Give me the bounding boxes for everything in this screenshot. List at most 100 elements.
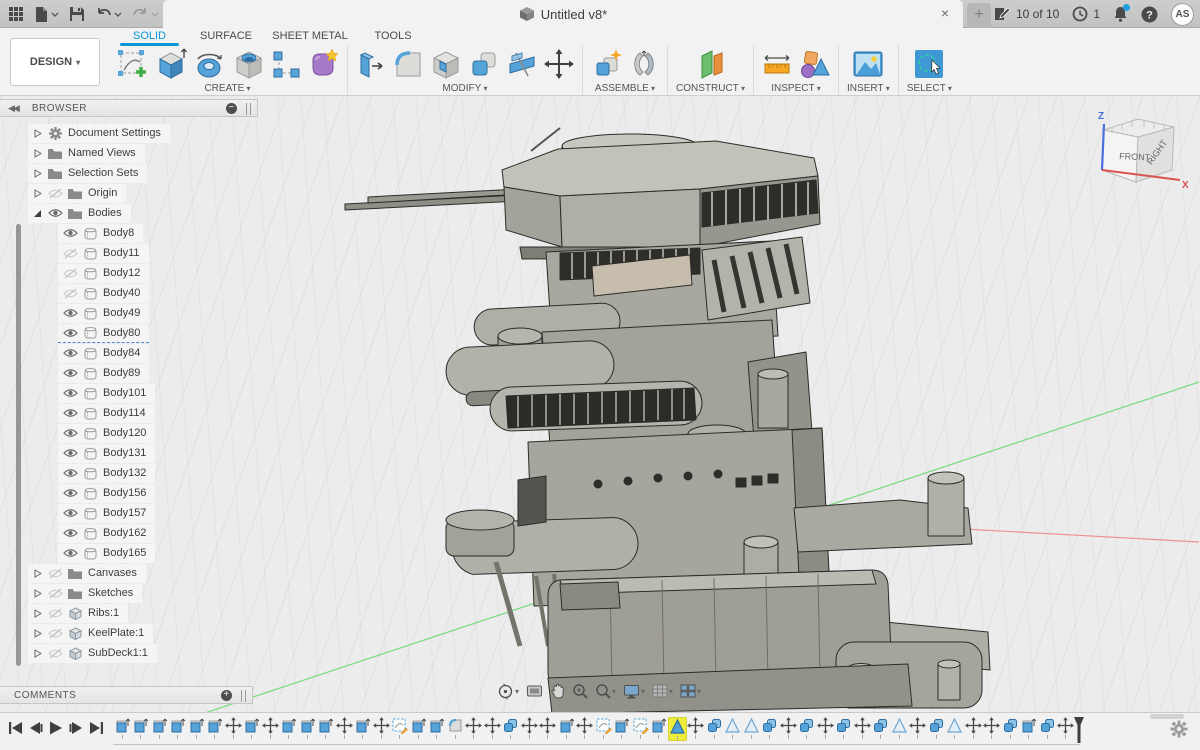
timeline-feature-extrude-8[interactable]	[243, 717, 262, 741]
visibility-eye-icon[interactable]	[60, 248, 80, 259]
timeline-feature-extrude-18[interactable]	[428, 717, 447, 741]
browser-item-origin[interactable]: Origin	[0, 183, 258, 203]
timeline-scrollbar[interactable]	[1150, 714, 1184, 719]
timeline-feature-combine-40[interactable]	[835, 717, 854, 741]
browser-item-body84[interactable]: Body84	[0, 343, 258, 363]
new-tab-button[interactable]: +	[967, 3, 991, 28]
timeline-feature-combine-36[interactable]	[761, 717, 780, 741]
viewport-3d[interactable]: FRONT RIGHT Z X ◀◀ BROWSER − Document Se…	[0, 96, 1200, 750]
look-at-icon[interactable]	[526, 684, 543, 698]
timeline-feature-move-48[interactable]	[983, 717, 1002, 741]
browser-item-body120[interactable]: Body120	[0, 423, 258, 443]
timeline-feature-move-32[interactable]	[687, 717, 706, 741]
browser-item-ribs-1[interactable]: Ribs:1	[0, 603, 258, 623]
group-label-construct[interactable]: CONSTRUCT	[676, 83, 745, 94]
select-icon[interactable]	[913, 48, 945, 80]
timeline-feature-move-39[interactable]	[816, 717, 835, 741]
browser-item-body12[interactable]: Body12	[0, 263, 258, 283]
insert-image-icon[interactable]	[851, 49, 885, 79]
timeline-feature-extrude-30[interactable]	[650, 717, 669, 741]
group-label-assemble[interactable]: ASSEMBLE	[595, 83, 655, 94]
timeline-feature-extrude-12[interactable]	[317, 717, 336, 741]
visibility-eye-icon[interactable]	[60, 408, 80, 418]
visibility-eye-icon[interactable]	[45, 608, 65, 619]
fillet-icon[interactable]	[392, 48, 424, 80]
timeline-feature-revolve-34[interactable]	[724, 717, 743, 741]
visibility-eye-icon[interactable]	[60, 348, 80, 358]
avatar[interactable]: AS	[1171, 3, 1194, 26]
expand-arrow-icon[interactable]	[30, 169, 45, 178]
close-tab-icon[interactable]: ×	[937, 6, 953, 22]
help-icon[interactable]: ?	[1141, 6, 1158, 23]
timeline-feature-combine-33[interactable]	[705, 717, 724, 741]
job-status-icon[interactable]: 10 of 10	[993, 6, 1059, 22]
browser-item-keelplate-1[interactable]: KeelPlate:1	[0, 623, 258, 643]
visibility-eye-icon[interactable]	[60, 388, 80, 398]
timeline-feature-sketch-16[interactable]	[391, 717, 410, 741]
joint-icon[interactable]	[629, 49, 659, 79]
browser-item-body11[interactable]: Body11	[0, 243, 258, 263]
timeline-feature-move-26[interactable]	[576, 717, 595, 741]
group-label-select[interactable]: SELECT	[907, 83, 952, 94]
browser-item-body162[interactable]: Body162	[0, 523, 258, 543]
press-pull-icon[interactable]	[356, 48, 386, 80]
step-forward-button[interactable]	[69, 721, 83, 740]
timeline-feature-sketch-27[interactable]	[594, 717, 613, 741]
timeline-feature-extrude-4[interactable]	[169, 717, 188, 741]
move-icon[interactable]	[544, 49, 574, 79]
redo-icon[interactable]	[132, 7, 159, 22]
visibility-eye-icon[interactable]	[45, 588, 65, 599]
fit-icon[interactable]	[595, 683, 616, 699]
visibility-eye-icon[interactable]	[45, 188, 65, 199]
panel-grip[interactable]	[246, 103, 251, 115]
timeline-feature-move-41[interactable]	[853, 717, 872, 741]
group-label-insert[interactable]: INSERT	[847, 83, 890, 94]
tab-surface[interactable]: SURFACE	[187, 28, 265, 45]
timeline-feature-extrude-3[interactable]	[150, 717, 169, 741]
timeline-feature-move-37[interactable]	[779, 717, 798, 741]
visibility-eye-icon[interactable]	[45, 648, 65, 659]
timeline-feature-move-13[interactable]	[335, 717, 354, 741]
pan-icon[interactable]	[550, 683, 565, 699]
construct-plane-icon[interactable]	[695, 48, 727, 80]
timeline-feature-fillet-19[interactable]	[446, 717, 465, 741]
history-clock-icon[interactable]: 1	[1072, 6, 1100, 22]
collapse-panel-icon[interactable]: ◀◀	[8, 103, 18, 114]
expand-arrow-icon[interactable]	[30, 209, 45, 218]
timeline-feature-move-15[interactable]	[372, 717, 391, 741]
view-cube[interactable]: FRONT RIGHT Z X	[1082, 106, 1192, 206]
visibility-eye-icon[interactable]	[60, 288, 80, 299]
browser-item-body89[interactable]: Body89	[0, 363, 258, 383]
workspace-switcher[interactable]: DESIGN	[10, 38, 100, 86]
timeline-feature-extrude-28[interactable]	[613, 717, 632, 741]
timeline-feature-extrude-50[interactable]	[1020, 717, 1039, 741]
timeline-feature-sketch-29[interactable]	[631, 717, 650, 741]
timeline-feature-move-20[interactable]	[465, 717, 484, 741]
minimize-panel-icon[interactable]: −	[226, 103, 237, 114]
shell-icon[interactable]	[430, 48, 462, 80]
step-back-button[interactable]	[29, 721, 43, 740]
visibility-eye-icon[interactable]	[60, 328, 80, 338]
comments-header[interactable]: COMMENTS +	[0, 686, 253, 704]
tab-sheet-metal[interactable]: SHEET METAL	[265, 28, 355, 45]
browser-item-document-settings[interactable]: Document Settings	[0, 123, 258, 143]
timeline-feature-combine-45[interactable]	[927, 717, 946, 741]
timeline-feature-move-44[interactable]	[909, 717, 928, 741]
browser-item-body114[interactable]: Body114	[0, 403, 258, 423]
timeline-feature-move-7[interactable]	[224, 717, 243, 741]
go-to-end-button[interactable]	[89, 721, 104, 740]
expand-panel-icon[interactable]: +	[221, 690, 232, 701]
app-grid-icon[interactable]	[8, 6, 24, 22]
split-body-icon[interactable]	[506, 50, 538, 78]
revolve-icon[interactable]	[193, 49, 226, 79]
visibility-eye-icon[interactable]	[60, 428, 80, 438]
browser-header[interactable]: ◀◀ BROWSER −	[0, 99, 258, 117]
panel-grip[interactable]	[241, 690, 246, 702]
timeline-playhead[interactable]	[1073, 716, 1085, 744]
browser-item-sketches[interactable]: Sketches	[0, 583, 258, 603]
tab-tools[interactable]: TOOLS	[355, 28, 431, 45]
visibility-eye-icon[interactable]	[60, 448, 80, 458]
timeline-feature-move-47[interactable]	[964, 717, 983, 741]
timeline-feature-revolve-35[interactable]	[742, 717, 761, 741]
group-label-inspect[interactable]: INSPECT	[771, 83, 821, 94]
